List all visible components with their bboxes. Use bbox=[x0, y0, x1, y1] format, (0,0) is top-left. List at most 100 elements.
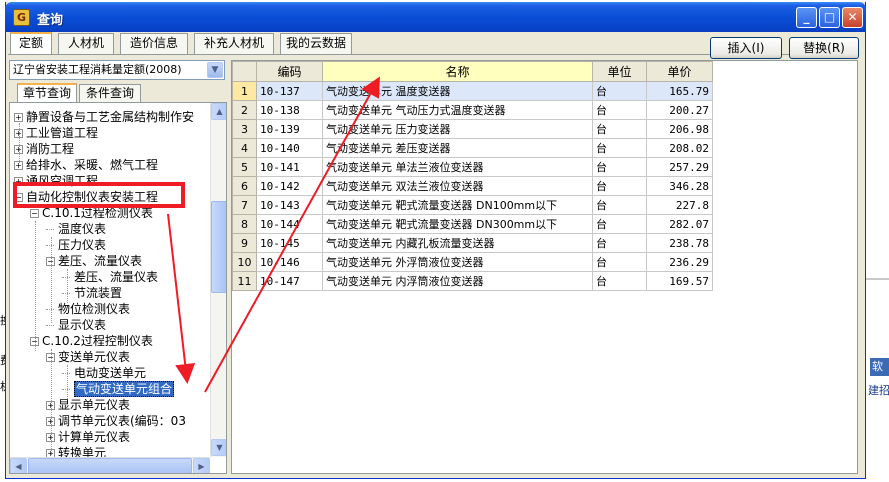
tab-quota[interactable]: 定额 bbox=[10, 32, 52, 55]
tree-item[interactable]: 变送单元仪表 bbox=[58, 349, 130, 365]
cell-price[interactable]: 169.57 bbox=[646, 271, 713, 291]
table-row[interactable]: 6 10-142 气动变送单元 双法兰液位变送器台 346.28 bbox=[232, 176, 713, 196]
quota-library-select[interactable]: 辽宁省安装工程消耗量定额(2008) ▼ bbox=[9, 60, 225, 80]
cell-unit[interactable]: 台 bbox=[592, 100, 647, 120]
cell-price[interactable]: 257.29 bbox=[646, 157, 713, 177]
cell-unit[interactable]: 台 bbox=[592, 214, 647, 234]
cell-code[interactable]: 10-143 bbox=[256, 195, 323, 215]
cell-code[interactable]: 10-146 bbox=[256, 252, 323, 272]
horizontal-scroll-thumb[interactable] bbox=[28, 458, 192, 473]
row-number[interactable]: 8 bbox=[232, 214, 257, 234]
cell-price[interactable]: 346.28 bbox=[646, 176, 713, 196]
row-number[interactable]: 6 bbox=[232, 176, 257, 196]
tree-item[interactable]: 消防工程 bbox=[26, 141, 74, 157]
row-number[interactable]: 1 bbox=[232, 81, 257, 101]
scroll-up-icon[interactable]: ▲ bbox=[211, 103, 226, 120]
tab-chapter-query[interactable]: 章节查询 bbox=[17, 83, 77, 103]
cell-unit[interactable]: 台 bbox=[592, 195, 647, 215]
cell-code[interactable]: 10-144 bbox=[256, 214, 323, 234]
row-number[interactable]: 7 bbox=[232, 195, 257, 215]
cell-price[interactable]: 238.78 bbox=[646, 233, 713, 253]
cell-price[interactable]: 236.29 bbox=[646, 252, 713, 272]
tree-item[interactable]: 差压、流量仪表 bbox=[58, 253, 142, 269]
scroll-down-icon[interactable]: ▼ bbox=[211, 439, 226, 456]
cell-name[interactable]: 气动变送单元 气动压力式温度变送器 bbox=[322, 100, 593, 120]
tree-item[interactable]: 温度仪表 bbox=[58, 221, 106, 237]
cell-name[interactable]: 气动变送单元 内浮筒液位变送器 bbox=[322, 271, 593, 291]
header-price[interactable]: 单价 bbox=[646, 61, 713, 82]
cell-name[interactable]: 气动变送单元 温度变送器 bbox=[322, 81, 593, 101]
minimize-button[interactable]: _ bbox=[796, 7, 817, 28]
tree-item[interactable]: 压力仪表 bbox=[58, 237, 106, 253]
tree-item[interactable]: 气动变送单元组合 bbox=[74, 381, 175, 397]
header-unit[interactable]: 单位 bbox=[592, 61, 647, 82]
table-row[interactable]: 1 10-137 气动变送单元 温度变送器台 165.79 bbox=[232, 81, 713, 101]
cell-unit[interactable]: 台 bbox=[592, 119, 647, 139]
tree-item[interactable]: 节流装置 bbox=[74, 285, 122, 301]
cell-unit[interactable]: 台 bbox=[592, 252, 647, 272]
title-bar[interactable]: G 查询 _ □ ✕ bbox=[5, 2, 866, 32]
row-number[interactable]: 3 bbox=[232, 119, 257, 139]
scroll-right-icon[interactable]: ▶ bbox=[193, 458, 210, 473]
cell-code[interactable]: 10-147 bbox=[256, 271, 323, 291]
cell-name[interactable]: 气动变送单元 单法兰液位变送器 bbox=[322, 157, 593, 177]
tree-item[interactable]: 调节单元仪表(编码：03 bbox=[58, 413, 186, 429]
cell-code[interactable]: 10-140 bbox=[256, 138, 323, 158]
cell-unit[interactable]: 台 bbox=[592, 157, 647, 177]
cell-price[interactable]: 282.07 bbox=[646, 214, 713, 234]
tree-horizontal-scrollbar[interactable]: ◀ ▶ bbox=[10, 457, 210, 473]
tab-labor-material-machine[interactable]: 人材机 bbox=[58, 33, 114, 54]
tab-condition-query[interactable]: 条件查询 bbox=[79, 84, 141, 102]
scroll-thumb[interactable] bbox=[211, 201, 226, 293]
tree-expander-icon[interactable]: + bbox=[14, 113, 23, 122]
maximize-button[interactable]: □ bbox=[819, 7, 840, 28]
tree-vertical-scrollbar[interactable]: ▲ ▼ bbox=[210, 103, 226, 457]
cell-name[interactable]: 气动变送单元 靶式流量变送器 DN100mm以下 bbox=[322, 195, 593, 215]
table-row[interactable]: 10 10-146 气动变送单元 外浮筒液位变送器台 236.29 bbox=[232, 252, 713, 272]
table-row[interactable]: 2 10-138 气动变送单元 气动压力式温度变送器台 200.27 bbox=[232, 100, 713, 120]
table-row[interactable]: 9 10-145 气动变送单元 内藏孔板流量变送器台 238.78 bbox=[232, 233, 713, 253]
cell-name[interactable]: 气动变送单元 压力变送器 bbox=[322, 119, 593, 139]
row-number[interactable]: 9 bbox=[232, 233, 257, 253]
cell-unit[interactable]: 台 bbox=[592, 271, 647, 291]
tree-item[interactable]: 显示仪表 bbox=[58, 317, 106, 333]
table-row[interactable]: 11 10-147 气动变送单元 内浮筒液位变送器台 169.57 bbox=[232, 271, 713, 291]
cell-unit[interactable]: 台 bbox=[592, 81, 647, 101]
cell-name[interactable]: 气动变送单元 差压变送器 bbox=[322, 138, 593, 158]
header-code[interactable]: 编码 bbox=[256, 61, 323, 82]
replace-button[interactable]: 替换(R) bbox=[789, 37, 859, 59]
row-number[interactable]: 11 bbox=[232, 271, 257, 291]
cell-name[interactable]: 气动变送单元 靶式流量变送器 DN300mm以下 bbox=[322, 214, 593, 234]
tree-item[interactable]: 静置设备与工艺金属结构制作安 bbox=[26, 109, 194, 125]
cell-code[interactable]: 10-145 bbox=[256, 233, 323, 253]
scroll-left-icon[interactable]: ◀ bbox=[10, 458, 27, 473]
table-row[interactable]: 4 10-140 气动变送单元 差压变送器台 208.02 bbox=[232, 138, 713, 158]
cell-unit[interactable]: 台 bbox=[592, 233, 647, 253]
tree-item[interactable]: 物位检测仪表 bbox=[58, 301, 130, 317]
cell-code[interactable]: 10-138 bbox=[256, 100, 323, 120]
row-number[interactable]: 10 bbox=[232, 252, 257, 272]
table-row[interactable]: 7 10-143 气动变送单元 靶式流量变送器 DN100mm以下台 227.8 bbox=[232, 195, 713, 215]
row-number[interactable]: 4 bbox=[232, 138, 257, 158]
close-button[interactable]: ✕ bbox=[842, 7, 863, 28]
cell-unit[interactable]: 台 bbox=[592, 176, 647, 196]
tab-supplement[interactable]: 补充人材机 bbox=[194, 33, 274, 54]
tab-cloud-data[interactable]: 我的云数据 bbox=[280, 33, 352, 54]
insert-button[interactable]: 插入(I) bbox=[710, 37, 782, 59]
cell-code[interactable]: 10-141 bbox=[256, 157, 323, 177]
cell-unit[interactable]: 台 bbox=[592, 138, 647, 158]
cell-price[interactable]: 227.8 bbox=[646, 195, 713, 215]
tree-item[interactable]: 给排水、采暖、燃气工程 bbox=[26, 157, 158, 173]
tree-item[interactable]: C.10.2过程控制仪表 bbox=[42, 333, 153, 349]
table-row[interactable]: 3 10-139 气动变送单元 压力变送器台 206.98 bbox=[232, 119, 713, 139]
row-number[interactable]: 5 bbox=[232, 157, 257, 177]
cell-name[interactable]: 气动变送单元 内藏孔板流量变送器 bbox=[322, 233, 593, 253]
table-row[interactable]: 8 10-144 气动变送单元 靶式流量变送器 DN300mm以下台 282.07 bbox=[232, 214, 713, 234]
tree-item[interactable]: 差压、流量仪表 bbox=[74, 269, 158, 285]
cell-name[interactable]: 气动变送单元 外浮筒液位变送器 bbox=[322, 252, 593, 272]
cell-name[interactable]: 气动变送单元 双法兰液位变送器 bbox=[322, 176, 593, 196]
tab-price-info[interactable]: 造价信息 bbox=[120, 33, 188, 54]
tree-item[interactable]: 工业管道工程 bbox=[26, 125, 98, 141]
cell-price[interactable]: 200.27 bbox=[646, 100, 713, 120]
cell-price[interactable]: 208.02 bbox=[646, 138, 713, 158]
